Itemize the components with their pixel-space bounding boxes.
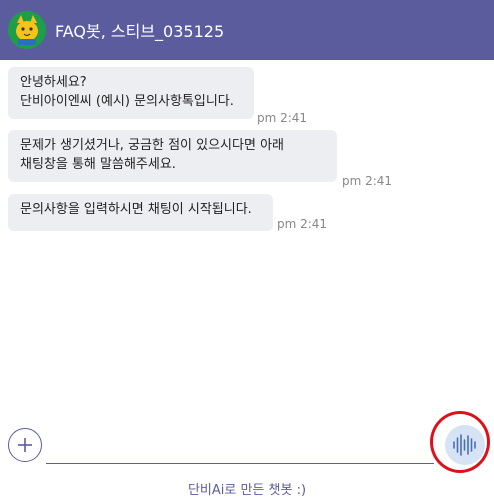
bot-message: 문제가 생기셨거나, 궁금한 점이 있으시다면 아래 채팅창을 통해 말씀해주세… xyxy=(8,130,337,182)
chat-title: FAQ봇, 스티브_035125 xyxy=(55,22,225,41)
bot-message: 안녕하세요? 단비아이엔씨 (예시) 문의사항톡입니다. xyxy=(8,67,254,119)
chat-header: FAQ봇, 스티브_035125 xyxy=(0,0,494,60)
message-input[interactable] xyxy=(46,463,434,464)
message-time: pm 2:41 xyxy=(257,111,308,125)
add-attachment-button[interactable] xyxy=(8,428,42,462)
message-line: 문제가 생기셨거나, 궁금한 점이 있으시다면 아래 xyxy=(20,138,284,153)
message-time: pm 2:41 xyxy=(342,174,393,188)
message-line: 문의사항을 입력하시면 채팅이 시작됩니다. xyxy=(20,202,252,217)
message-line: 채팅창을 통해 말씀해주세요. xyxy=(20,157,176,172)
bot-message: 문의사항을 입력하시면 채팅이 시작됩니다. xyxy=(8,194,273,231)
footer-credit: 단비Ai로 만든 챗봇 :) xyxy=(187,483,307,498)
bot-avatar xyxy=(8,11,46,49)
message-line: 안녕하세요? xyxy=(20,75,87,90)
message-time: pm 2:41 xyxy=(277,217,328,231)
plus-icon xyxy=(18,438,32,452)
message-line: 단비아이엔씨 (예시) 문의사항톡입니다. xyxy=(20,94,234,109)
highlight-circle xyxy=(430,411,490,473)
cat-mascot-icon xyxy=(8,11,46,49)
